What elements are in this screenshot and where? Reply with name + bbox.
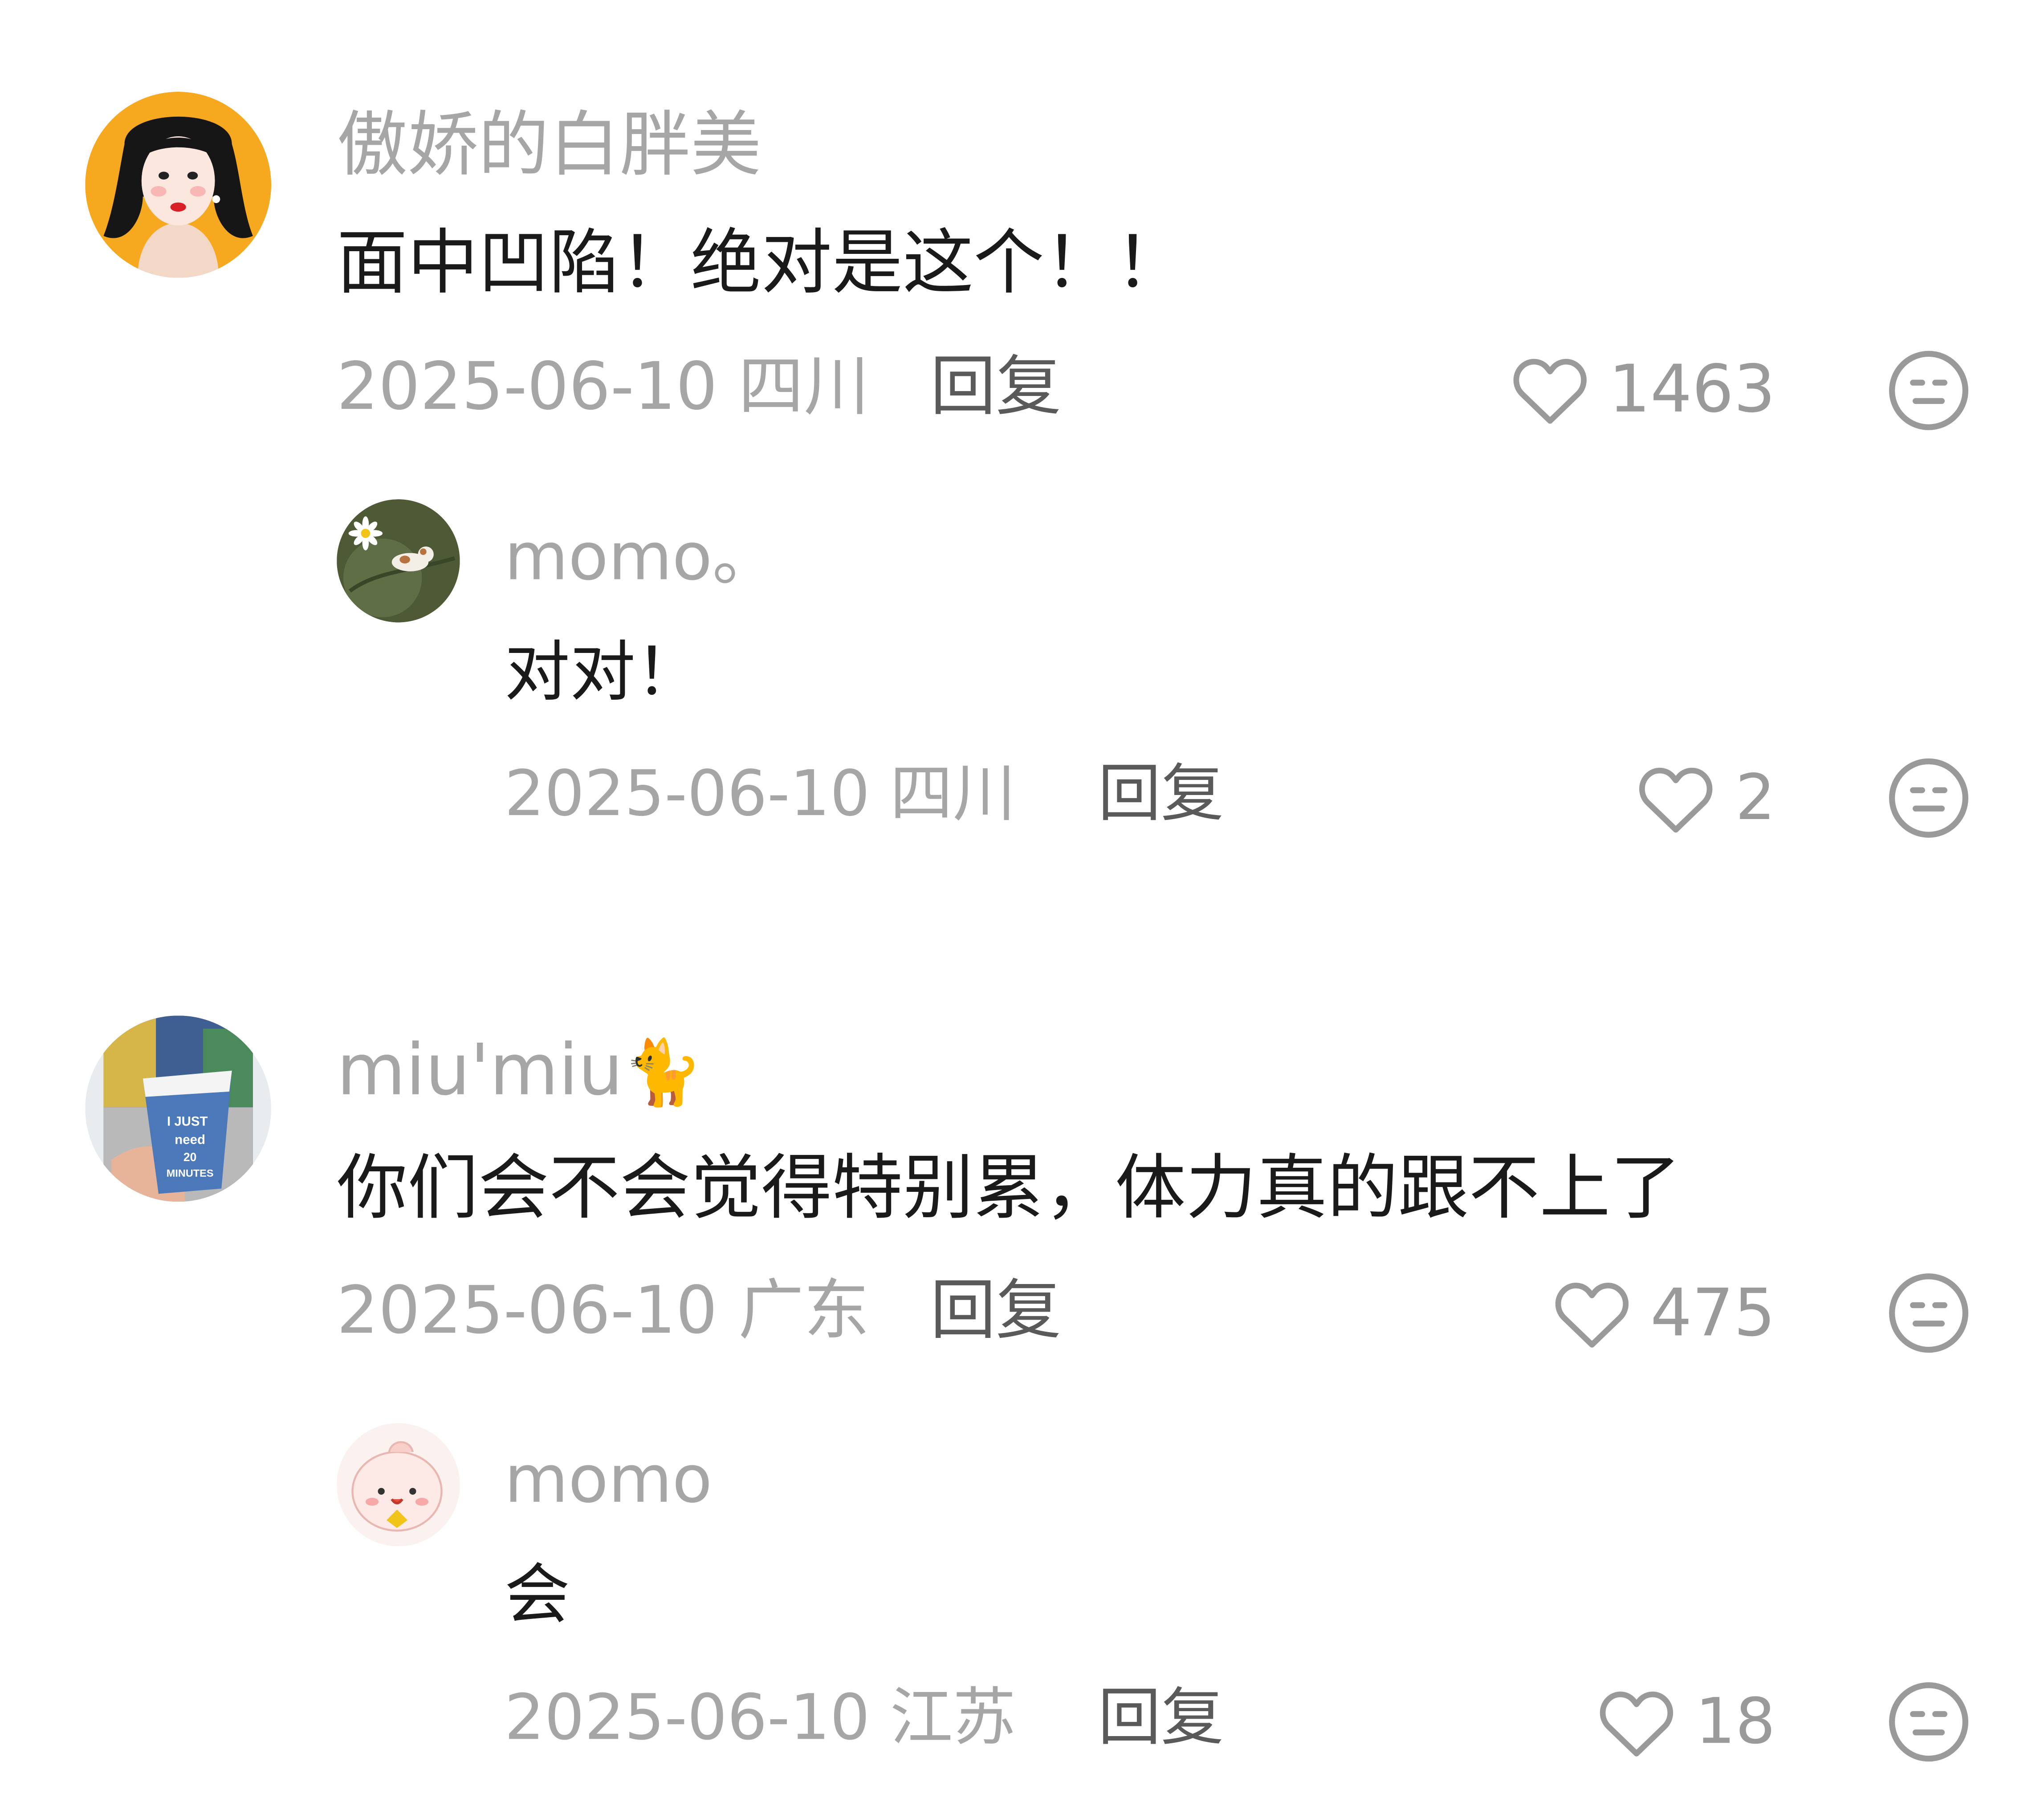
like-count: 475 [1650, 1275, 1775, 1351]
dislike-button[interactable] [1887, 349, 1971, 432]
comment-text: 对对！ [504, 634, 701, 710]
username-text: 傲娇的白胖美 [337, 103, 761, 186]
comment-meta: 2025-06-10 四川 [505, 762, 1016, 825]
reply-button[interactable]: 回复 [930, 354, 1061, 419]
like-button[interactable]: 2 [1520, 756, 1775, 840]
neutral-face-icon [1887, 349, 1971, 432]
comment-date: 2025-06-10 [504, 757, 870, 831]
reply-button[interactable]: 回复 [1098, 762, 1224, 825]
avatar[interactable]: I JUST need 20 MINUTES [85, 1015, 272, 1202]
dislike-button[interactable] [1887, 1271, 1971, 1355]
comment-location: 四川 [738, 348, 870, 425]
username-text: momo [504, 1441, 713, 1518]
comment-list: 傲娇的白胖美 面中凹陷！绝对是这个！！ 2025-06-10 四川 回复 146… [0, 0, 2044, 1798]
comment-meta: 2025-06-10 广东 [337, 1278, 869, 1343]
like-button[interactable]: 1463 [1441, 347, 1775, 431]
username-text: momo。 [504, 519, 778, 595]
like-count: 18 [1695, 1685, 1775, 1759]
comment-username[interactable]: miu'miu🐈 [337, 1035, 702, 1106]
like-count: 2 [1735, 761, 1775, 835]
comment-text: 你们会不会觉得特别累，体力真的跟不上了 [337, 1146, 1681, 1229]
like-count: 1463 [1608, 351, 1775, 428]
comment-text: 面中凹陷！绝对是这个！！ [337, 221, 1186, 304]
comment-date: 2025-06-10 [337, 348, 718, 425]
comment-username[interactable]: 傲娇的白胖美 [337, 110, 761, 181]
comment-username[interactable]: momo。 [505, 524, 778, 590]
comment-meta: 2025-06-10 江苏 [505, 1687, 1016, 1749]
svg-text:20: 20 [183, 1150, 196, 1164]
comment-meta: 2025-06-10 四川 [337, 354, 869, 419]
heart-outline-icon [1596, 1685, 1677, 1759]
dislike-button[interactable] [1887, 756, 1971, 840]
cat-emoji: 🐈 [623, 1036, 703, 1110]
comment-location: 江苏 [890, 1681, 1016, 1755]
comment-date: 2025-06-10 [337, 1272, 718, 1349]
username-text: miu'miu [337, 1028, 623, 1112]
comment-text: 会 [504, 1557, 570, 1633]
dislike-button[interactable] [1887, 1680, 1971, 1764]
comment-location: 四川 [890, 757, 1016, 831]
neutral-face-icon [1887, 756, 1971, 840]
reply-button[interactable]: 回复 [930, 1278, 1061, 1343]
comment-date: 2025-06-10 [504, 1681, 870, 1755]
svg-text:I JUST: I JUST [167, 1114, 208, 1129]
heart-outline-icon [1509, 352, 1590, 426]
avatar[interactable] [337, 499, 460, 623]
reply-button[interactable]: 回复 [1098, 1687, 1224, 1749]
svg-text:need: need [175, 1133, 205, 1147]
like-button[interactable]: 18 [1520, 1680, 1775, 1764]
like-button[interactable]: 475 [1481, 1271, 1775, 1355]
comment-username[interactable]: momo [505, 1447, 713, 1512]
heart-outline-icon [1551, 1276, 1632, 1350]
comment-location: 广东 [738, 1272, 870, 1349]
heart-outline-icon [1636, 761, 1717, 835]
svg-text:MINUTES: MINUTES [167, 1167, 214, 1179]
neutral-face-icon [1887, 1680, 1971, 1764]
avatar[interactable] [85, 91, 272, 278]
avatar[interactable] [337, 1423, 460, 1546]
neutral-face-icon [1887, 1271, 1971, 1355]
